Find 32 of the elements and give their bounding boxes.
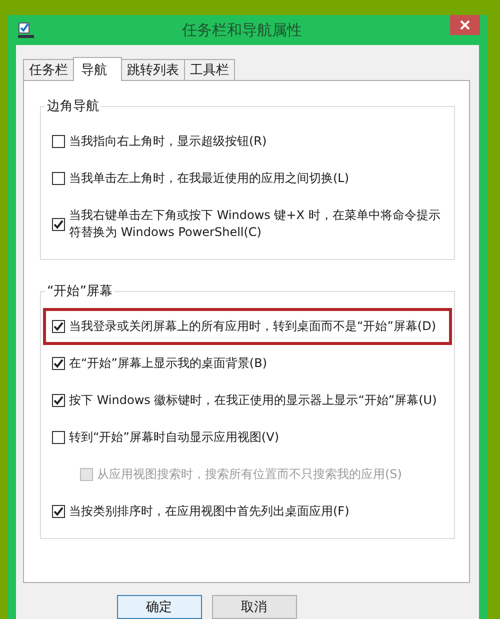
option-label[interactable]: 当我单击左上角时，在我最近使用的应用之间切换(L) (69, 170, 350, 187)
checkbox[interactable] (52, 505, 65, 518)
dialog-button[interactable]: 取消 (212, 595, 296, 619)
check-icon (53, 321, 64, 332)
check-icon (53, 395, 64, 406)
option-label[interactable]: 按下 Windows 徽标键时，在我正使用的显示器上显示“开始”屏幕(U) (69, 392, 437, 409)
checkbox-icon (18, 22, 34, 38)
checkbox[interactable] (52, 320, 65, 333)
window-title: 任务栏和导航属性 (181, 20, 303, 40)
option-label[interactable]: 当我指向右上角时，显示超级按钮(R) (69, 133, 267, 150)
tab[interactable]: 导航 (73, 57, 122, 81)
group-title: 边角导航 (46, 98, 100, 115)
close-icon (460, 20, 470, 30)
option-label[interactable]: 当我登录或关闭屏幕上的所有应用时，转到桌面而不是“开始”屏幕(D) (69, 318, 436, 335)
close-button[interactable] (450, 15, 480, 35)
check-icon (53, 218, 64, 230)
option-label[interactable]: 在“开始”屏幕上显示我的桌面背景(B) (69, 355, 268, 372)
tab[interactable]: 工具栏 (184, 59, 235, 80)
option-label[interactable]: 当按类别排序时，在应用视图中首先列出桌面应用(F) (69, 503, 350, 520)
check-icon (53, 358, 64, 369)
option-label[interactable]: 当我右键单击左下角或按下 Windows 键+X 时，在菜单中将命令提示符替换为 Windows PowerShell(C) (69, 207, 443, 241)
checkbox[interactable] (52, 172, 65, 185)
option-label[interactable]: 转到“开始”屏幕时自动显示应用视图(V) (69, 429, 280, 446)
checkbox[interactable] (52, 431, 65, 444)
checkbox[interactable] (52, 357, 65, 370)
checkbox[interactable] (52, 135, 65, 148)
checkbox[interactable] (52, 218, 65, 230)
group-title: “开始”屏幕 (46, 283, 114, 300)
checkbox[interactable] (52, 394, 65, 407)
tab[interactable]: 任务栏 (23, 59, 74, 80)
check-icon (53, 506, 64, 517)
dialog-button[interactable]: 确定 (116, 595, 202, 619)
